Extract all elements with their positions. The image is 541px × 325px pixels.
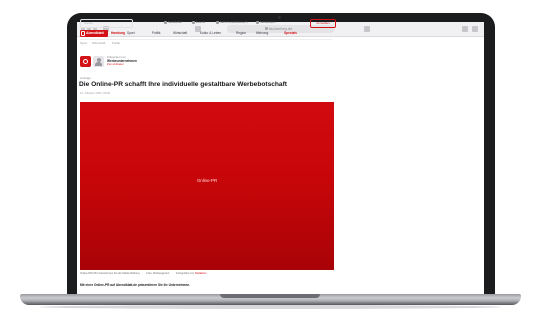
site-search-input[interactable]: Suche: [80, 19, 133, 28]
avatar-body: [95, 62, 102, 66]
nav-item-meinung[interactable]: Meinung: [256, 31, 268, 36]
caption-left: Online-PR hilft Unternehmen bei der Mark…: [80, 272, 140, 275]
hero-image: Online-PR: [80, 102, 334, 270]
nav-item-wirtschaft[interactable]: Wirtschaft: [173, 31, 187, 36]
nav-item-specials[interactable]: Specials: [284, 31, 297, 36]
author-block: Präsentiert von Werbeunternehmen Zum Anb…: [80, 56, 180, 70]
laptop-hinge: [220, 294, 320, 298]
caption-credit-name[interactable]: Redaktion: [195, 272, 207, 275]
login-button[interactable]: Anmelden: [310, 19, 336, 28]
advertiser-logo[interactable]: [80, 56, 91, 67]
utility-link-events[interactable]: Events: [192, 20, 205, 25]
share-icon[interactable]: [462, 26, 468, 32]
tabs-overview-icon[interactable]: [472, 26, 478, 32]
newsletter-icon: [164, 20, 167, 24]
nav-item-region[interactable]: Region: [236, 31, 246, 36]
utility-link-mediadata[interactable]: Mediadaten: [256, 20, 276, 25]
account-icon: [216, 20, 219, 24]
article-body-first-line: Mit einer Online-PR auf Abendblatt.de pr…: [80, 283, 191, 287]
site-logo[interactable]: Abendblatt: [80, 30, 108, 37]
utility-link-newsletter[interactable]: Newsletter: [164, 20, 182, 25]
hero-image-text: Online-PR: [196, 178, 218, 183]
caption-right: Foto: Werbeagentur: [146, 272, 170, 275]
laptop-shadow: [40, 305, 501, 309]
article-kicker: Anzeige: [80, 76, 91, 80]
nav-item-hamburg[interactable]: Hamburg: [111, 31, 125, 36]
avatar: [93, 56, 104, 67]
site-subnavigation: Sport Wirtschaft Politik: [80, 41, 332, 47]
logo-text: Abendblatt: [86, 31, 104, 35]
events-icon: [192, 20, 195, 24]
subnav-item-sport[interactable]: Sport: [80, 41, 87, 46]
advertiser-logo-icon: [83, 59, 88, 64]
utility-link-account[interactable]: Mein Kundenbereich: [216, 20, 248, 25]
mediadata-icon: [256, 20, 259, 24]
caption-credit-prefix: Fotografiert von: [176, 272, 195, 275]
subnav-item-politik[interactable]: Politik: [112, 41, 120, 46]
nav-item-sport[interactable]: Sport: [127, 31, 135, 36]
nav-item-kultur[interactable]: Kultur & Leben: [200, 31, 221, 36]
avatar-head: [96, 57, 101, 62]
site-navigation: Abendblatt Hamburg Sport Politik Wirtsch…: [80, 30, 332, 40]
reload-icon[interactable]: [364, 26, 370, 32]
subnav-item-wirtschaft[interactable]: Wirtschaft: [92, 41, 105, 46]
site-utility-bar: Suche Newsletter Events Mein Kundenberei…: [80, 19, 336, 28]
laptop-mockup: fischerfrey.de Suche Newsletter Events M…: [0, 0, 541, 325]
logo-mark-icon: [81, 31, 85, 36]
image-caption: Online-PR hilft Unternehmen bei der Mark…: [80, 272, 334, 277]
article-headline: Die Online-PR schafft Ihre individuelle …: [79, 81, 287, 88]
article-dateline: 12. Oktober 2023, 09:00: [80, 91, 111, 95]
author-link[interactable]: Zum Anbieter: [107, 63, 124, 66]
nav-item-politik[interactable]: Politik: [152, 31, 161, 36]
